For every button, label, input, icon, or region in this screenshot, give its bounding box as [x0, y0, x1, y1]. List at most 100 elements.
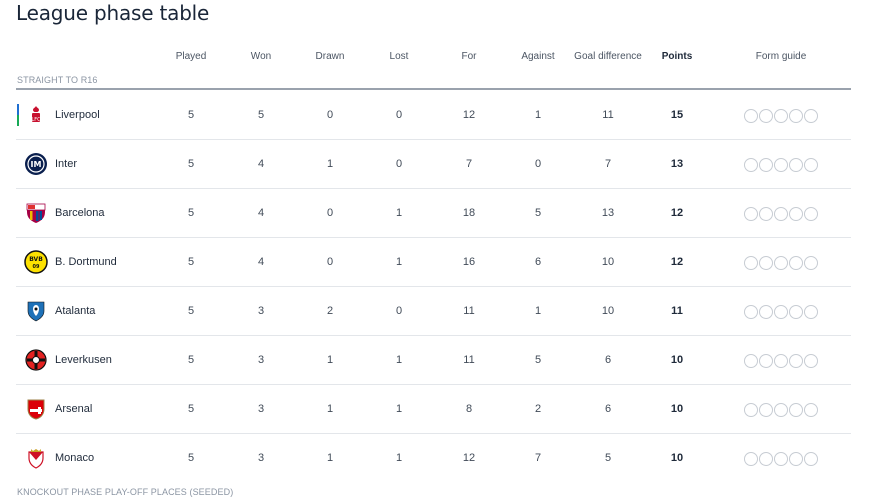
form-guide	[744, 158, 818, 172]
form-result-dot	[744, 305, 758, 319]
col-against[interactable]: Against	[521, 51, 554, 62]
cell-played: 5	[187, 305, 195, 317]
cell-points: 11	[671, 305, 683, 317]
form-result-dot	[789, 109, 803, 123]
team-name[interactable]: Leverkusen	[55, 336, 112, 384]
form-result-dot	[744, 158, 758, 172]
form-result-dot	[759, 207, 773, 221]
team-name[interactable]: B. Dortmund	[55, 238, 117, 286]
table-row[interactable]: IM Inter 5 4 1 0 7 0 7 13	[0, 140, 869, 188]
cell-lost: 0	[395, 109, 403, 121]
svg-text:IM: IM	[31, 160, 42, 169]
form-guide	[744, 354, 818, 368]
section-label-r16: STRAIGHT TO R16	[17, 75, 98, 85]
cell-played: 5	[187, 207, 195, 219]
cell-for: 11	[463, 354, 475, 366]
form-guide	[744, 452, 818, 466]
cell-gd: 10	[601, 305, 615, 317]
cell-points: 15	[670, 109, 684, 121]
svg-text:LFC: LFC	[31, 117, 41, 123]
table-row[interactable]: Leverkusen 5 3 1 1 11 5 6 10	[0, 336, 869, 384]
cell-won: 5	[257, 109, 265, 121]
form-result-dot	[804, 256, 818, 270]
table-row[interactable]: Atalanta 5 3 2 0 11 1 10 11	[0, 287, 869, 335]
col-drawn[interactable]: Drawn	[316, 51, 345, 62]
inter-crest-icon: IM	[24, 152, 48, 176]
cell-drawn: 0	[326, 207, 334, 219]
cell-gd: 6	[604, 403, 612, 415]
barcelona-crest-icon	[24, 201, 48, 225]
team-name[interactable]: Liverpool	[55, 91, 100, 139]
cell-played: 5	[187, 403, 195, 415]
form-result-dot	[744, 452, 758, 466]
form-result-dot	[789, 452, 803, 466]
cell-drawn: 1	[326, 452, 334, 464]
form-guide	[744, 207, 818, 221]
form-result-dot	[774, 109, 788, 123]
cell-points: 13	[670, 158, 684, 170]
col-won[interactable]: Won	[251, 51, 271, 62]
col-goal-difference[interactable]: Goal difference	[574, 51, 642, 62]
form-result-dot	[744, 256, 758, 270]
svg-text:09: 09	[33, 264, 40, 270]
form-result-dot	[804, 403, 818, 417]
col-points[interactable]: Points	[662, 51, 693, 62]
leverkusen-crest-icon	[24, 348, 48, 372]
table-row[interactable]: Monaco 5 3 1 1 12 7 5 10	[0, 434, 869, 482]
form-result-dot	[804, 305, 818, 319]
form-result-dot	[789, 256, 803, 270]
form-guide	[744, 109, 818, 123]
team-name[interactable]: Barcelona	[55, 189, 105, 237]
form-result-dot	[804, 354, 818, 368]
cell-gd: 10	[601, 256, 615, 268]
cell-won: 3	[257, 354, 265, 366]
col-lost[interactable]: Lost	[390, 51, 409, 62]
cell-points: 10	[670, 452, 684, 464]
arsenal-crest-icon	[24, 397, 48, 421]
form-guide	[744, 403, 818, 417]
cell-gd: 11	[602, 109, 614, 121]
team-name[interactable]: Arsenal	[55, 385, 92, 433]
cell-gd: 13	[601, 207, 615, 219]
team-name[interactable]: Atalanta	[55, 287, 95, 335]
form-result-dot	[759, 354, 773, 368]
form-result-dot	[759, 256, 773, 270]
cell-won: 4	[257, 158, 265, 170]
cell-for: 16	[462, 256, 476, 268]
table-row[interactable]: Barcelona 5 4 0 1 18 5 13 12	[0, 189, 869, 237]
form-result-dot	[804, 452, 818, 466]
col-for[interactable]: For	[462, 51, 477, 62]
table-row[interactable]: BVB 09 B. Dortmund 5 4 0 1 16 6 10 12	[0, 238, 869, 286]
col-form-guide: Form guide	[755, 51, 807, 62]
form-result-dot	[789, 158, 803, 172]
form-result-dot	[774, 207, 788, 221]
form-result-dot	[774, 305, 788, 319]
cell-lost: 1	[395, 256, 403, 268]
form-result-dot	[774, 158, 788, 172]
cell-gd: 5	[604, 452, 612, 464]
cell-played: 5	[187, 256, 195, 268]
form-result-dot	[804, 109, 818, 123]
cell-won: 4	[257, 256, 265, 268]
table-header: Played Won Drawn Lost For Against Goal d…	[0, 51, 869, 65]
form-result-dot	[774, 403, 788, 417]
cell-won: 4	[257, 207, 265, 219]
table-row[interactable]: LFC Liverpool 5 5 0 0 12 1 11 15	[0, 91, 869, 139]
cell-against: 1	[534, 305, 542, 317]
cell-played: 5	[187, 452, 195, 464]
cell-against: 2	[534, 403, 542, 415]
cell-drawn: 2	[326, 305, 334, 317]
cell-drawn: 1	[326, 403, 334, 415]
table-row[interactable]: Arsenal 5 3 1 1 8 2 6 10	[0, 385, 869, 433]
col-played[interactable]: Played	[176, 51, 207, 62]
form-result-dot	[774, 256, 788, 270]
cell-drawn: 1	[326, 354, 334, 366]
team-name[interactable]: Monaco	[55, 434, 94, 482]
cell-points: 10	[670, 403, 684, 415]
form-result-dot	[789, 403, 803, 417]
team-name[interactable]: Inter	[55, 140, 77, 188]
section-divider	[16, 88, 851, 90]
atalanta-crest-icon	[24, 299, 48, 323]
form-result-dot	[789, 305, 803, 319]
cell-points: 12	[670, 256, 684, 268]
